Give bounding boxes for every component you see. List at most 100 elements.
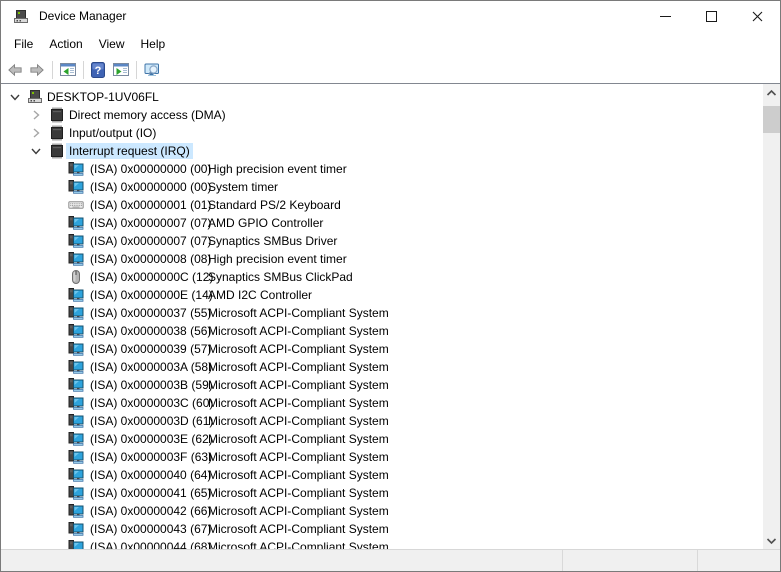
device-name: Microsoft ACPI-Compliant System [208,450,389,464]
help-button[interactable]: ? [88,59,110,81]
chevron-expanded-icon[interactable] [7,89,23,105]
scan-for-hardware-changes-icon [144,62,160,78]
tree-row-device[interactable]: (ISA) 0x00000007 (07)AMD GPIO Controller [1,214,780,232]
tree-row-direct-memory-access-dma[interactable]: Direct memory access (DMA) [1,106,780,124]
system-device-icon [68,377,84,393]
tree-label: Input/output (IO) [66,125,159,141]
forward-button[interactable] [26,59,48,81]
resource-address: (ISA) 0x0000000C (12) [90,270,208,284]
back-button[interactable] [4,59,26,81]
window-controls [642,1,780,32]
menu-view[interactable]: View [91,32,133,56]
tree-row-device[interactable]: (ISA) 0x00000008 (08)High precision even… [1,250,780,268]
maximize-button[interactable] [688,1,734,32]
tree-row-device[interactable]: (ISA) 0x00000043 (67)Microsoft ACPI-Comp… [1,520,780,538]
resource-address: (ISA) 0x0000000E (14) [90,288,208,302]
vertical-scrollbar[interactable] [763,84,780,549]
tree-row-device[interactable]: (ISA) 0x00000000 (00)High precision even… [1,160,780,178]
tree-row-device[interactable]: (ISA) 0x0000003D (61)Microsoft ACPI-Comp… [1,412,780,430]
device-tree: DESKTOP-1UV06FLDirect memory access (DMA… [1,84,780,549]
chevron-up-icon [766,89,777,97]
scan-for-hardware-changes-button[interactable] [141,59,163,81]
show-action-pane-button[interactable] [110,59,132,81]
system-device-icon [68,521,84,537]
chevron-expanded-icon[interactable] [28,143,44,159]
tree-row-device[interactable]: (ISA) 0x00000044 (68)Microsoft ACPI-Comp… [1,538,780,549]
menu-file[interactable]: File [6,32,41,56]
resource-address: (ISA) 0x00000044 (68) [90,540,208,549]
show-console-tree-button[interactable] [57,59,79,81]
tree-row-device[interactable]: (ISA) 0x0000000C (12)Synaptics SMBus Cli… [1,268,780,286]
tree-row-interrupt-request-irq[interactable]: Interrupt request (IRQ) [1,142,780,160]
show-action-pane-icon [113,62,129,78]
device-name: Microsoft ACPI-Compliant System [208,522,389,536]
minimize-button[interactable] [642,1,688,32]
scroll-up-button[interactable] [763,84,780,101]
tree-row-device[interactable]: (ISA) 0x0000003A (58)Microsoft ACPI-Comp… [1,358,780,376]
tree-row-device[interactable]: (ISA) 0x00000001 (01)Standard PS/2 Keybo… [1,196,780,214]
tree-row-desktop-1uv06fl[interactable]: DESKTOP-1UV06FL [1,88,780,106]
chip-icon [49,143,65,159]
tree-row-device[interactable]: (ISA) 0x0000003E (62)Microsoft ACPI-Comp… [1,430,780,448]
computer-icon [27,89,43,105]
chevron-down-icon [766,537,777,545]
tree-row-input-output-io[interactable]: Input/output (IO) [1,124,780,142]
system-device-icon [68,341,84,357]
mouse-icon [68,269,84,285]
resource-address: (ISA) 0x00000007 (07) [90,216,208,230]
resource-address: (ISA) 0x00000039 (57) [90,342,208,356]
device-name: Synaptics SMBus ClickPad [208,270,353,284]
tree-row-device[interactable]: (ISA) 0x0000000E (14)AMD I2C Controller [1,286,780,304]
chevron-collapsed-icon[interactable] [28,125,44,141]
tree-row-device[interactable]: (ISA) 0x00000037 (55)Microsoft ACPI-Comp… [1,304,780,322]
resource-address: (ISA) 0x00000041 (65) [90,486,208,500]
tree-row-device[interactable]: (ISA) 0x0000003B (59)Microsoft ACPI-Comp… [1,376,780,394]
system-device-icon [68,215,84,231]
close-button[interactable] [734,1,780,32]
keyboard-icon [68,197,84,213]
resource-address: (ISA) 0x00000043 (67) [90,522,208,536]
tree-row-device[interactable]: (ISA) 0x00000007 (07)Synaptics SMBus Dri… [1,232,780,250]
tree-row-device[interactable]: (ISA) 0x00000000 (00)System timer [1,178,780,196]
system-device-icon [68,233,84,249]
device-name: Microsoft ACPI-Compliant System [208,414,389,428]
title-bar: Device Manager [1,1,780,32]
resource-address: (ISA) 0x00000040 (64) [90,468,208,482]
system-device-icon [68,449,84,465]
tree-row-device[interactable]: (ISA) 0x0000003F (63)Microsoft ACPI-Comp… [1,448,780,466]
tree-row-device[interactable]: (ISA) 0x00000038 (56)Microsoft ACPI-Comp… [1,322,780,340]
resource-address: (ISA) 0x00000000 (00) [90,162,208,176]
toolbar: ? [1,56,780,84]
system-device-icon [68,305,84,321]
device-name: Microsoft ACPI-Compliant System [208,540,389,549]
resource-address: (ISA) 0x0000003E (62) [90,432,208,446]
system-device-icon [68,287,84,303]
system-device-icon [68,467,84,483]
tree-row-device[interactable]: (ISA) 0x00000042 (66)Microsoft ACPI-Comp… [1,502,780,520]
menu-help[interactable]: Help [133,32,174,56]
chip-icon [49,107,65,123]
tree-row-device[interactable]: (ISA) 0x00000040 (64)Microsoft ACPI-Comp… [1,466,780,484]
tree-label: Direct memory access (DMA) [66,107,229,123]
device-name: Microsoft ACPI-Compliant System [208,360,389,374]
back-icon [7,62,23,78]
system-device-icon [68,323,84,339]
tree-row-device[interactable]: (ISA) 0x00000041 (65)Microsoft ACPI-Comp… [1,484,780,502]
system-device-icon [68,485,84,501]
minimize-icon [660,16,671,17]
scroll-down-button[interactable] [763,532,780,549]
svg-text:?: ? [95,65,102,77]
device-name: Microsoft ACPI-Compliant System [208,396,389,410]
device-name: Microsoft ACPI-Compliant System [208,306,389,320]
resource-address: (ISA) 0x00000000 (00) [90,180,208,194]
device-name: Microsoft ACPI-Compliant System [208,504,389,518]
tree-row-device[interactable]: (ISA) 0x0000003C (60)Microsoft ACPI-Comp… [1,394,780,412]
chevron-collapsed-icon[interactable] [28,107,44,123]
menu-action[interactable]: Action [41,32,90,56]
tree-row-device[interactable]: (ISA) 0x00000039 (57)Microsoft ACPI-Comp… [1,340,780,358]
menu-bar: FileActionViewHelp [1,32,780,56]
scrollbar-thumb[interactable] [763,106,780,133]
system-device-icon [68,503,84,519]
system-device-icon [68,179,84,195]
close-icon [752,11,763,22]
